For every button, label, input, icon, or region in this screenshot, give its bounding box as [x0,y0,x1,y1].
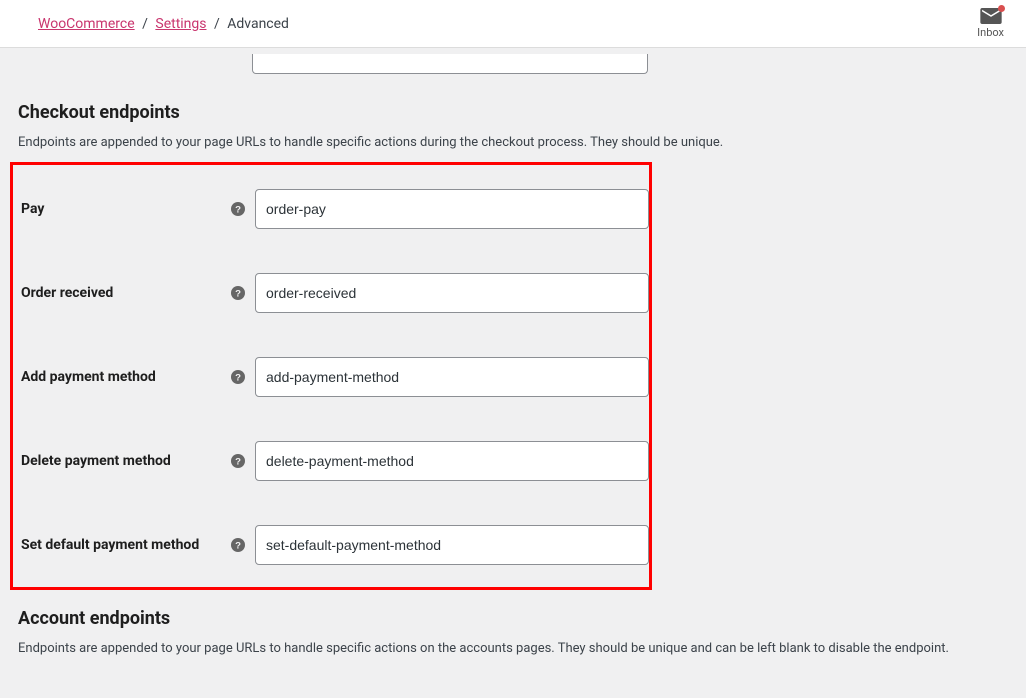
inbox-label: Inbox [977,26,1004,39]
field-row-add-payment-method: Add payment method ? [13,335,649,419]
field-label: Set default payment method [21,537,231,553]
field-row-pay: Pay ? [13,173,649,251]
svg-text:?: ? [235,205,241,216]
delete-payment-method-endpoint-input[interactable] [255,441,649,481]
svg-text:?: ? [235,457,241,468]
breadcrumb-link-settings[interactable]: Settings [155,16,206,32]
inbox-button[interactable]: Inbox [977,8,1004,39]
checkout-endpoints-title: Checkout endpoints [18,102,1008,123]
field-label: Order received [21,285,231,301]
set-default-payment-method-endpoint-input[interactable] [255,525,649,565]
account-endpoints-title: Account endpoints [18,608,1008,629]
help-icon[interactable]: ? [231,202,245,216]
field-row-set-default-payment-method: Set default payment method ? [13,503,649,573]
help-icon[interactable]: ? [231,286,245,300]
field-label: Pay [21,201,231,217]
breadcrumb-link-woocommerce[interactable]: WooCommerce [38,16,135,32]
notification-dot-icon [998,5,1005,12]
breadcrumb-separator: / [214,16,220,32]
main-content: Checkout endpoints Endpoints are appende… [0,54,1026,698]
help-icon[interactable]: ? [231,538,245,552]
order-received-endpoint-input[interactable] [255,273,649,313]
field-row-delete-payment-method: Delete payment method ? [13,419,649,503]
svg-text:?: ? [235,289,241,300]
breadcrumb: WooCommerce / Settings / Advanced [38,16,289,32]
account-endpoints-description: Endpoints are appended to your page URLs… [18,641,1008,656]
partial-field-wrap [252,54,1008,74]
checkout-endpoints-description: Endpoints are appended to your page URLs… [18,135,1008,150]
partial-input-bottom[interactable] [252,54,648,74]
pay-endpoint-input[interactable] [255,189,649,229]
breadcrumb-separator: / [142,16,148,32]
top-bar: WooCommerce / Settings / Advanced Inbox [0,0,1026,48]
account-endpoints-section: Account endpoints Endpoints are appended… [18,608,1008,656]
field-row-order-received: Order received ? [13,251,649,335]
field-label: Add payment method [21,369,231,385]
svg-text:?: ? [235,541,241,552]
highlighted-fields-box: Pay ? Order received ? Add payment metho… [10,162,652,590]
help-icon[interactable]: ? [231,370,245,384]
mail-icon [980,8,1002,24]
add-payment-method-endpoint-input[interactable] [255,357,649,397]
help-icon[interactable]: ? [231,454,245,468]
breadcrumb-current: Advanced [227,16,289,32]
svg-text:?: ? [235,373,241,384]
field-label: Delete payment method [21,453,231,469]
